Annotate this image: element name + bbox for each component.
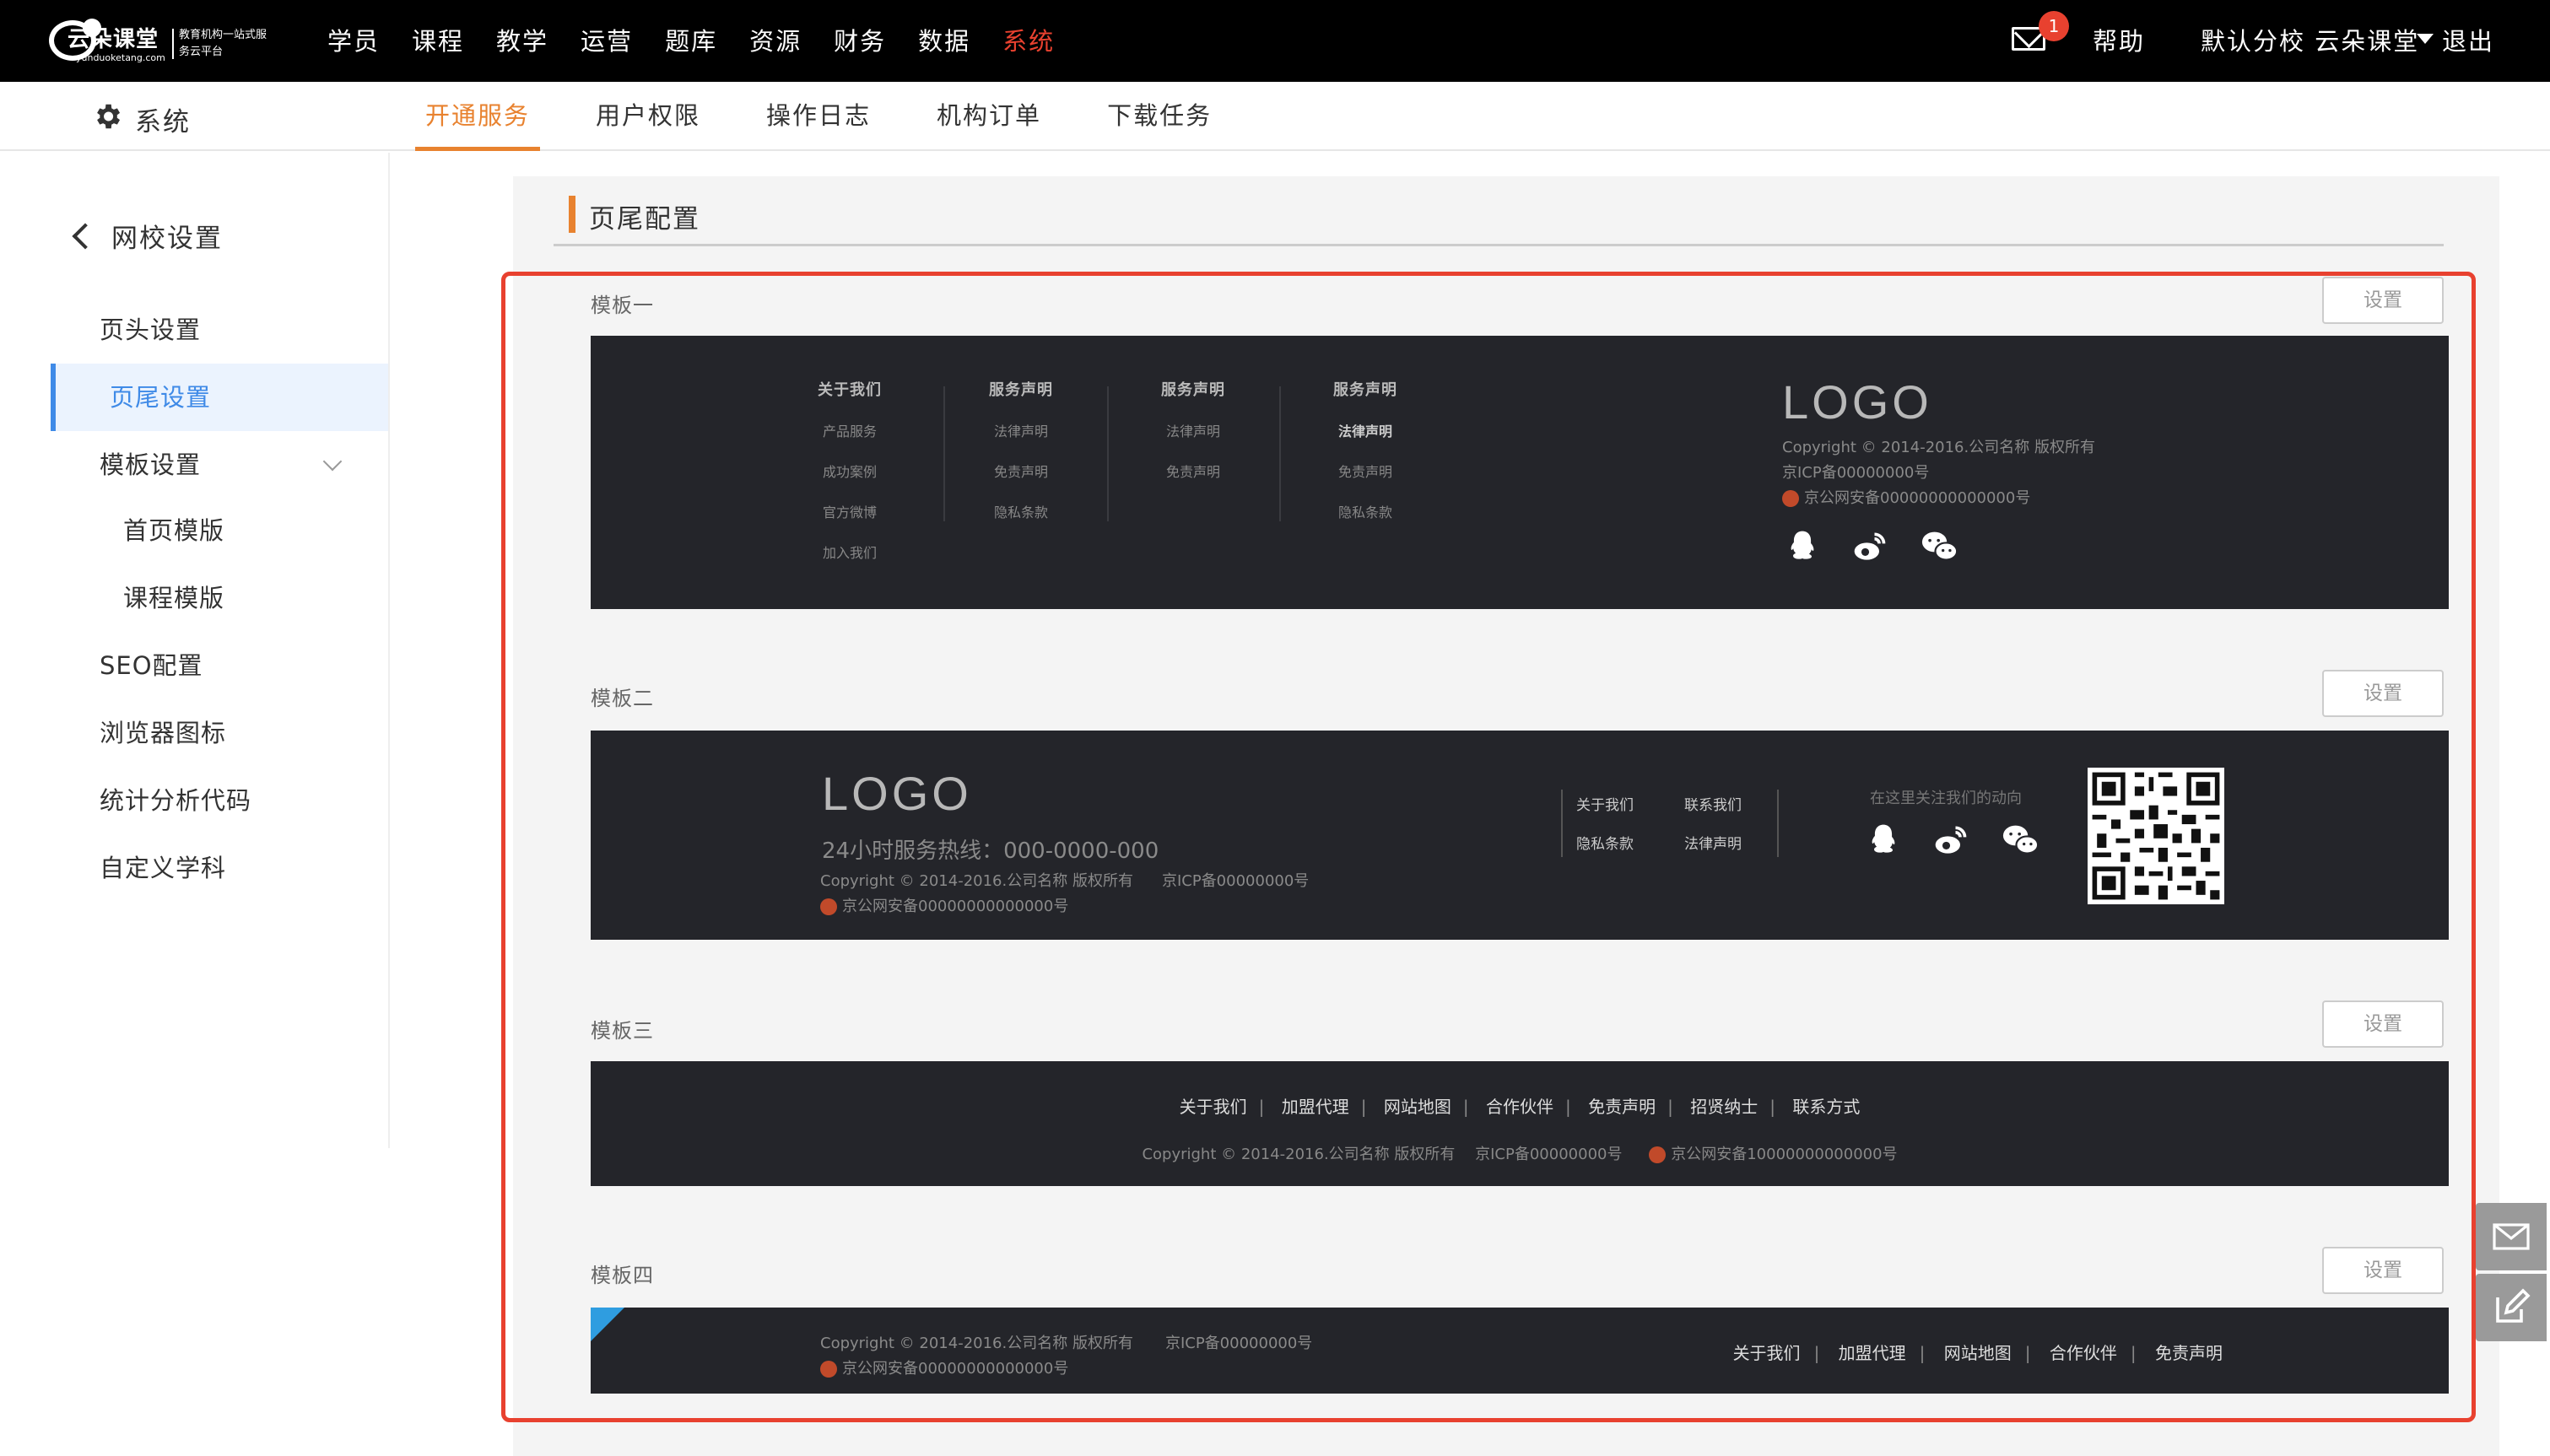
footer-link-column: 服务声明 法律声明 免责声明 — [1161, 381, 1225, 480]
police-emblem-icon — [820, 898, 837, 915]
template-label: 模板一 — [591, 294, 654, 317]
sidebar-item-course-template[interactable]: 课程模版 — [51, 564, 388, 632]
nav-resources[interactable]: 资源 — [749, 22, 802, 57]
sidebar-item-home-template[interactable]: 首页模版 — [51, 497, 388, 564]
mail-count-badge: 1 — [2039, 11, 2069, 41]
footer-links: 关于我们 | 加盟代理 | 网站地图 | 合作伙伴 | 免责声明 | 招贤纳士 | 联系方式 — [1179, 1097, 1861, 1117]
sidebar: 网校设置 页头设置 页尾设置 模板设置 首页模版 课程模版 SEO配置 浏览器图… — [0, 153, 390, 1148]
sidebar-item-analytics-code[interactable]: 统计分析代码 — [51, 767, 388, 834]
feedback-mail-button[interactable] — [2476, 1203, 2547, 1270]
edit-icon — [2496, 1288, 2531, 1323]
template-3-preview[interactable]: 关于我们 | 加盟代理 | 网站地图 | 合作伙伴 | 免责声明 | 招贤纳士 | 联系方式… — [591, 1061, 2449, 1186]
tab-org-orders[interactable]: 机构订单 — [927, 82, 1051, 151]
logo-url: yunduoketang.com — [76, 52, 165, 63]
help-link[interactable]: 帮助 — [2093, 22, 2145, 57]
wechat-icon[interactable] — [2000, 822, 2042, 859]
nav-courses[interactable]: 课程 — [412, 22, 464, 57]
weibo-icon[interactable] — [1932, 822, 1969, 859]
sidebar-item-seo[interactable]: SEO配置 — [51, 632, 388, 699]
template-1-preview[interactable]: 关于我们 产品服务 成功案例 官方微博 加入我们 服务声明 法律声明 免责声明 … — [591, 336, 2449, 609]
footer-link-column: 服务声明 法律声明 免责声明 隐私条款 — [989, 381, 1053, 520]
police-emblem-icon — [1782, 490, 1799, 507]
sidebar-item-custom-subject[interactable]: 自定义学科 — [51, 834, 388, 902]
template-3-set-button[interactable]: 设置 — [2322, 1000, 2444, 1048]
wechat-icon[interactable] — [1919, 528, 1961, 565]
template-label: 模板二 — [591, 687, 654, 710]
section-title: 系统 — [135, 107, 191, 138]
template-label: 模板四 — [591, 1264, 654, 1287]
police-emblem-icon — [1649, 1146, 1667, 1163]
footer-links: 关于我们 | 加盟代理 | 网站地图 | 合作伙伴 | 免责声明 — [1732, 1343, 2223, 1363]
nav-operations[interactable]: 运营 — [581, 22, 633, 57]
logo-tagline: 教育机构一站式服务云平台 — [179, 29, 267, 58]
logout-link[interactable]: 退出 — [2442, 22, 2494, 57]
page-title: 页尾配置 — [589, 204, 700, 235]
main-nav: 学员 课程 教学 运营 题库 资源 财务 数据 系统 — [327, 22, 1055, 57]
footer-logo: LOGO — [1782, 375, 1932, 429]
edit-note-button[interactable] — [2476, 1274, 2547, 1341]
template-4-set-button[interactable]: 设置 — [2322, 1247, 2444, 1294]
police-emblem-icon — [820, 1361, 837, 1378]
sidebar-item-label: 模板设置 — [100, 450, 202, 479]
footer-link-column: 关于我们 产品服务 成功案例 官方微博 加入我们 — [818, 381, 882, 561]
weibo-icon[interactable] — [1851, 528, 1888, 565]
envelope-icon — [2493, 1223, 2530, 1250]
chevron-left-icon — [72, 222, 99, 250]
logo-name: 云朵课堂 — [68, 27, 159, 52]
gear-icon — [97, 104, 121, 129]
tab-user-permissions[interactable]: 用户权限 — [586, 82, 710, 151]
template-2-set-button[interactable]: 设置 — [2322, 670, 2444, 717]
footer-link-column: 服务声明 法律声明 免责声明 隐私条款 — [1333, 381, 1397, 520]
caret-down-icon[interactable] — [2417, 34, 2434, 44]
sidebar-item-footer-settings[interactable]: 页尾设置 — [51, 364, 388, 431]
sub-tabs: 开通服务 用户权限 操作日志 机构订单 下载任务 — [415, 82, 1267, 151]
brand-logo[interactable]: 云朵课堂 yunduoketang.com 教育机构一站式服务云平台 — [49, 12, 267, 66]
nav-question-bank[interactable]: 题库 — [665, 22, 717, 57]
chevron-down-icon — [322, 451, 343, 472]
nav-students[interactable]: 学员 — [327, 22, 380, 57]
sidebar-item-template-settings[interactable]: 模板设置 — [51, 431, 388, 499]
school-switcher[interactable]: 默认分校 云朵课堂 — [2201, 22, 2419, 57]
nav-system[interactable]: 系统 — [1002, 22, 1055, 57]
template-4-preview[interactable]: Copyright © 2014-2016.公司名称 版权所有 京ICP备0000… — [591, 1308, 2449, 1394]
nav-data[interactable]: 数据 — [918, 22, 970, 57]
sidebar-item-header-settings[interactable]: 页头设置 — [51, 296, 388, 364]
nav-teaching[interactable]: 教学 — [496, 22, 548, 57]
top-navbar: 云朵课堂 yunduoketang.com 教育机构一站式服务云平台 学员 课程… — [0, 0, 2550, 82]
back-to-school-settings[interactable]: 网校设置 — [71, 217, 223, 255]
tab-operation-log[interactable]: 操作日志 — [756, 82, 881, 151]
tab-open-service[interactable]: 开通服务 — [415, 82, 541, 151]
footer-logo: LOGO — [822, 767, 972, 820]
sub-navbar: 系统 开通服务 用户权限 操作日志 机构订单 下载任务 — [0, 82, 2550, 151]
template-1-set-button[interactable]: 设置 — [2322, 277, 2444, 324]
sidebar-item-favicon[interactable]: 浏览器图标 — [51, 699, 388, 767]
qr-code-icon — [2088, 768, 2224, 904]
nav-finance[interactable]: 财务 — [834, 22, 886, 57]
tab-download-tasks[interactable]: 下载任务 — [1097, 82, 1222, 151]
qq-icon[interactable] — [1784, 528, 1821, 565]
template-label: 模板三 — [591, 1019, 654, 1043]
template-2-preview[interactable]: LOGO 24小时服务热线：000-0000-000 Copyright © 2… — [591, 731, 2449, 940]
qq-icon[interactable] — [1865, 822, 1902, 859]
sidebar-heading: 网校设置 — [111, 224, 223, 254]
